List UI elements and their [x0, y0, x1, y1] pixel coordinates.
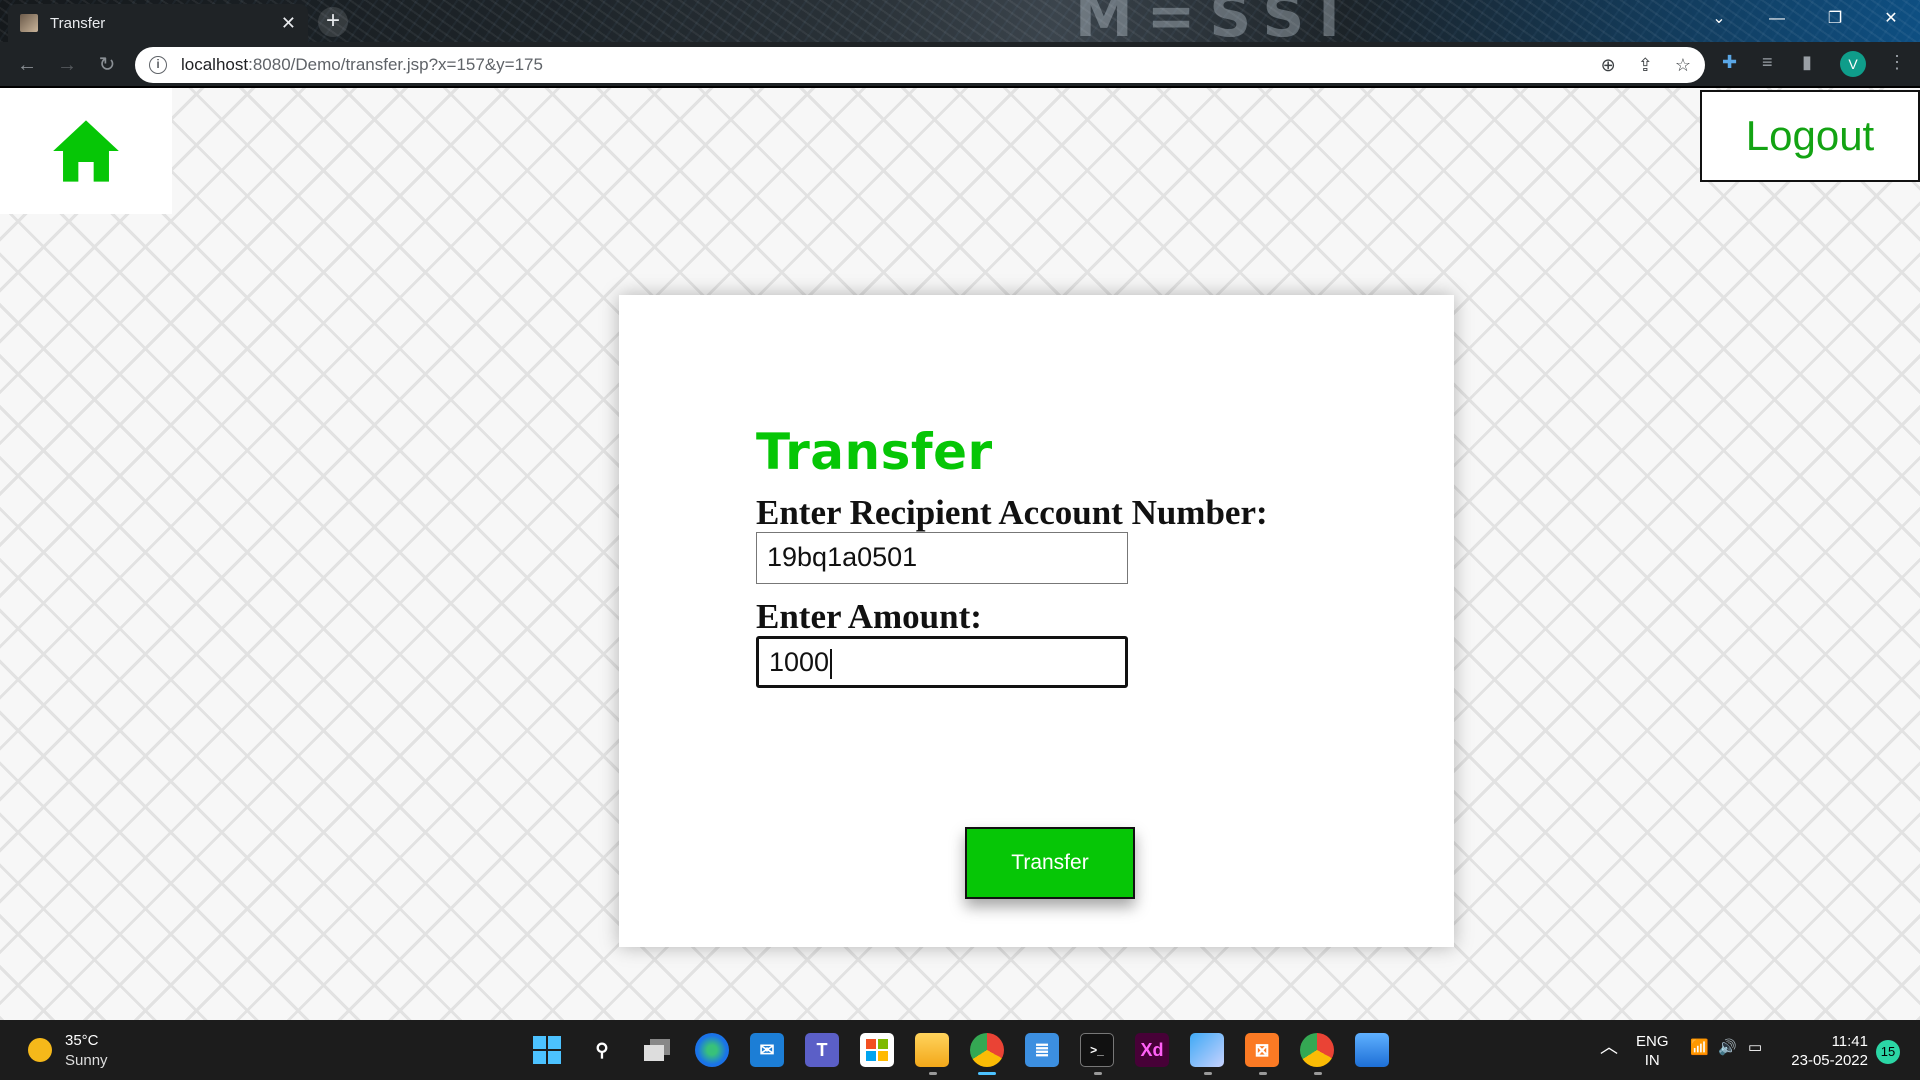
address-bar[interactable]: i localhost :8080/Demo/transfer.jsp?x=15… — [135, 47, 1705, 83]
tray-overflow-chevron-icon[interactable]: ︿ — [1600, 1038, 1618, 1057]
tab-search-icon[interactable]: ⌄ — [1690, 0, 1748, 38]
forward-icon[interactable]: → — [52, 50, 82, 80]
extensions-icon[interactable]: ✚ — [1722, 52, 1737, 73]
chrome-profile-running-indicator — [1314, 1072, 1322, 1075]
task-view-icon[interactable] — [640, 1033, 674, 1067]
taskbar: 35°C Sunny ⚲ ✉ T ≣ >_ Xd ⊠ ︿ ENG IN 📶 🔊 … — [0, 1020, 1920, 1080]
close-window-icon[interactable]: ✕ — [1862, 0, 1920, 38]
account-number-value: 19bq1a0501 — [767, 542, 918, 572]
new-tab-button[interactable]: + — [318, 7, 348, 37]
explorer-running-indicator — [929, 1072, 937, 1075]
browser-title-bar: M=SSI Transfer ✕ + ⌄ — ❐ ✕ — [0, 0, 1920, 42]
wifi-icon[interactable]: 📶 — [1690, 1038, 1709, 1057]
store-icon[interactable] — [860, 1033, 894, 1067]
browser-toolbar: ← → ↻ i localhost :8080/Demo/transfer.js… — [0, 42, 1920, 88]
reload-icon[interactable]: ↻ — [92, 50, 122, 80]
browser-tab[interactable]: Transfer ✕ — [8, 4, 308, 42]
logout-button[interactable]: Logout — [1700, 90, 1920, 182]
language-indicator[interactable]: ENG IN — [1636, 1032, 1669, 1070]
tab-close-icon[interactable]: ✕ — [281, 13, 296, 34]
terminal-running-indicator — [1094, 1072, 1102, 1075]
zoom-icon[interactable]: ⊕ — [1601, 55, 1616, 76]
reading-list-icon[interactable]: ≡ — [1762, 52, 1773, 73]
account-label: Enter Recipient Account Number: — [756, 493, 1268, 532]
region-code: IN — [1644, 1052, 1660, 1069]
teams-icon[interactable]: T — [805, 1033, 839, 1067]
chrome-active-indicator — [978, 1072, 996, 1075]
mail-icon[interactable]: ✉ — [750, 1033, 784, 1067]
xampp-icon[interactable]: ⊠ — [1245, 1033, 1279, 1067]
clock-time: 11:41 — [1831, 1033, 1868, 1050]
clock[interactable]: 11:41 23-05-2022 — [1782, 1032, 1868, 1070]
language-code: ENG — [1636, 1033, 1669, 1050]
browser-menu-icon[interactable]: ⋮ — [1888, 52, 1906, 73]
page-title: Transfer — [756, 423, 993, 481]
cube-app-icon[interactable] — [1190, 1033, 1224, 1067]
terminal-icon[interactable]: >_ — [1080, 1033, 1114, 1067]
clock-date: 23-05-2022 — [1791, 1052, 1868, 1069]
url-host: localhost — [181, 55, 249, 74]
battery-icon[interactable]: ▭ — [1748, 1038, 1762, 1057]
text-caret — [830, 648, 832, 679]
share-icon[interactable]: ⇪ — [1638, 55, 1653, 76]
page-viewport: Logout Transfer Enter Recipient Account … — [0, 88, 1920, 1020]
url-path: :8080/Demo/transfer.jsp?x=157&y=175 — [248, 55, 543, 74]
start-icon[interactable] — [530, 1033, 564, 1067]
side-panel-icon[interactable]: ▮ — [1802, 52, 1812, 73]
account-number-input[interactable]: 19bq1a0501 — [756, 532, 1128, 584]
home-icon[interactable] — [51, 118, 121, 184]
weather-temperature[interactable]: 35°C — [65, 1032, 99, 1049]
chrome-icon[interactable] — [970, 1033, 1004, 1067]
xampp-running-indicator — [1259, 1072, 1267, 1075]
home-link[interactable] — [0, 88, 172, 214]
adobe-xd-icon[interactable]: Xd — [1135, 1033, 1169, 1067]
restore-icon[interactable]: ❐ — [1806, 0, 1864, 38]
search-icon[interactable]: ⚲ — [585, 1033, 619, 1067]
weather-description[interactable]: Sunny — [65, 1052, 108, 1069]
amount-value: 1000 — [769, 647, 830, 677]
site-info-icon[interactable]: i — [149, 56, 167, 74]
amount-label: Enter Amount: — [756, 597, 982, 636]
tab-favicon-icon — [20, 14, 38, 32]
chrome-profile-icon[interactable] — [1300, 1033, 1334, 1067]
volume-icon[interactable]: 🔊 — [1718, 1038, 1737, 1057]
back-icon[interactable]: ← — [12, 50, 42, 80]
notification-count-badge[interactable]: 15 — [1876, 1040, 1900, 1064]
profile-avatar[interactable]: V — [1840, 51, 1866, 77]
transfer-submit-button[interactable]: Transfer — [965, 827, 1135, 899]
minimize-icon[interactable]: — — [1748, 0, 1806, 38]
bookmark-star-icon[interactable]: ☆ — [1675, 55, 1691, 76]
photos-icon[interactable] — [1355, 1033, 1389, 1067]
notepad-icon[interactable]: ≣ — [1025, 1033, 1059, 1067]
amount-input[interactable]: 1000 — [756, 636, 1128, 688]
wallpaper-text: M=SSI — [1075, 0, 1354, 42]
transfer-card: Transfer Enter Recipient Account Number:… — [619, 295, 1454, 947]
sun-icon[interactable] — [28, 1038, 52, 1062]
file-explorer-icon[interactable] — [915, 1033, 949, 1067]
edge-icon[interactable] — [695, 1033, 729, 1067]
tab-title: Transfer — [50, 14, 106, 32]
cube-running-indicator — [1204, 1072, 1212, 1075]
